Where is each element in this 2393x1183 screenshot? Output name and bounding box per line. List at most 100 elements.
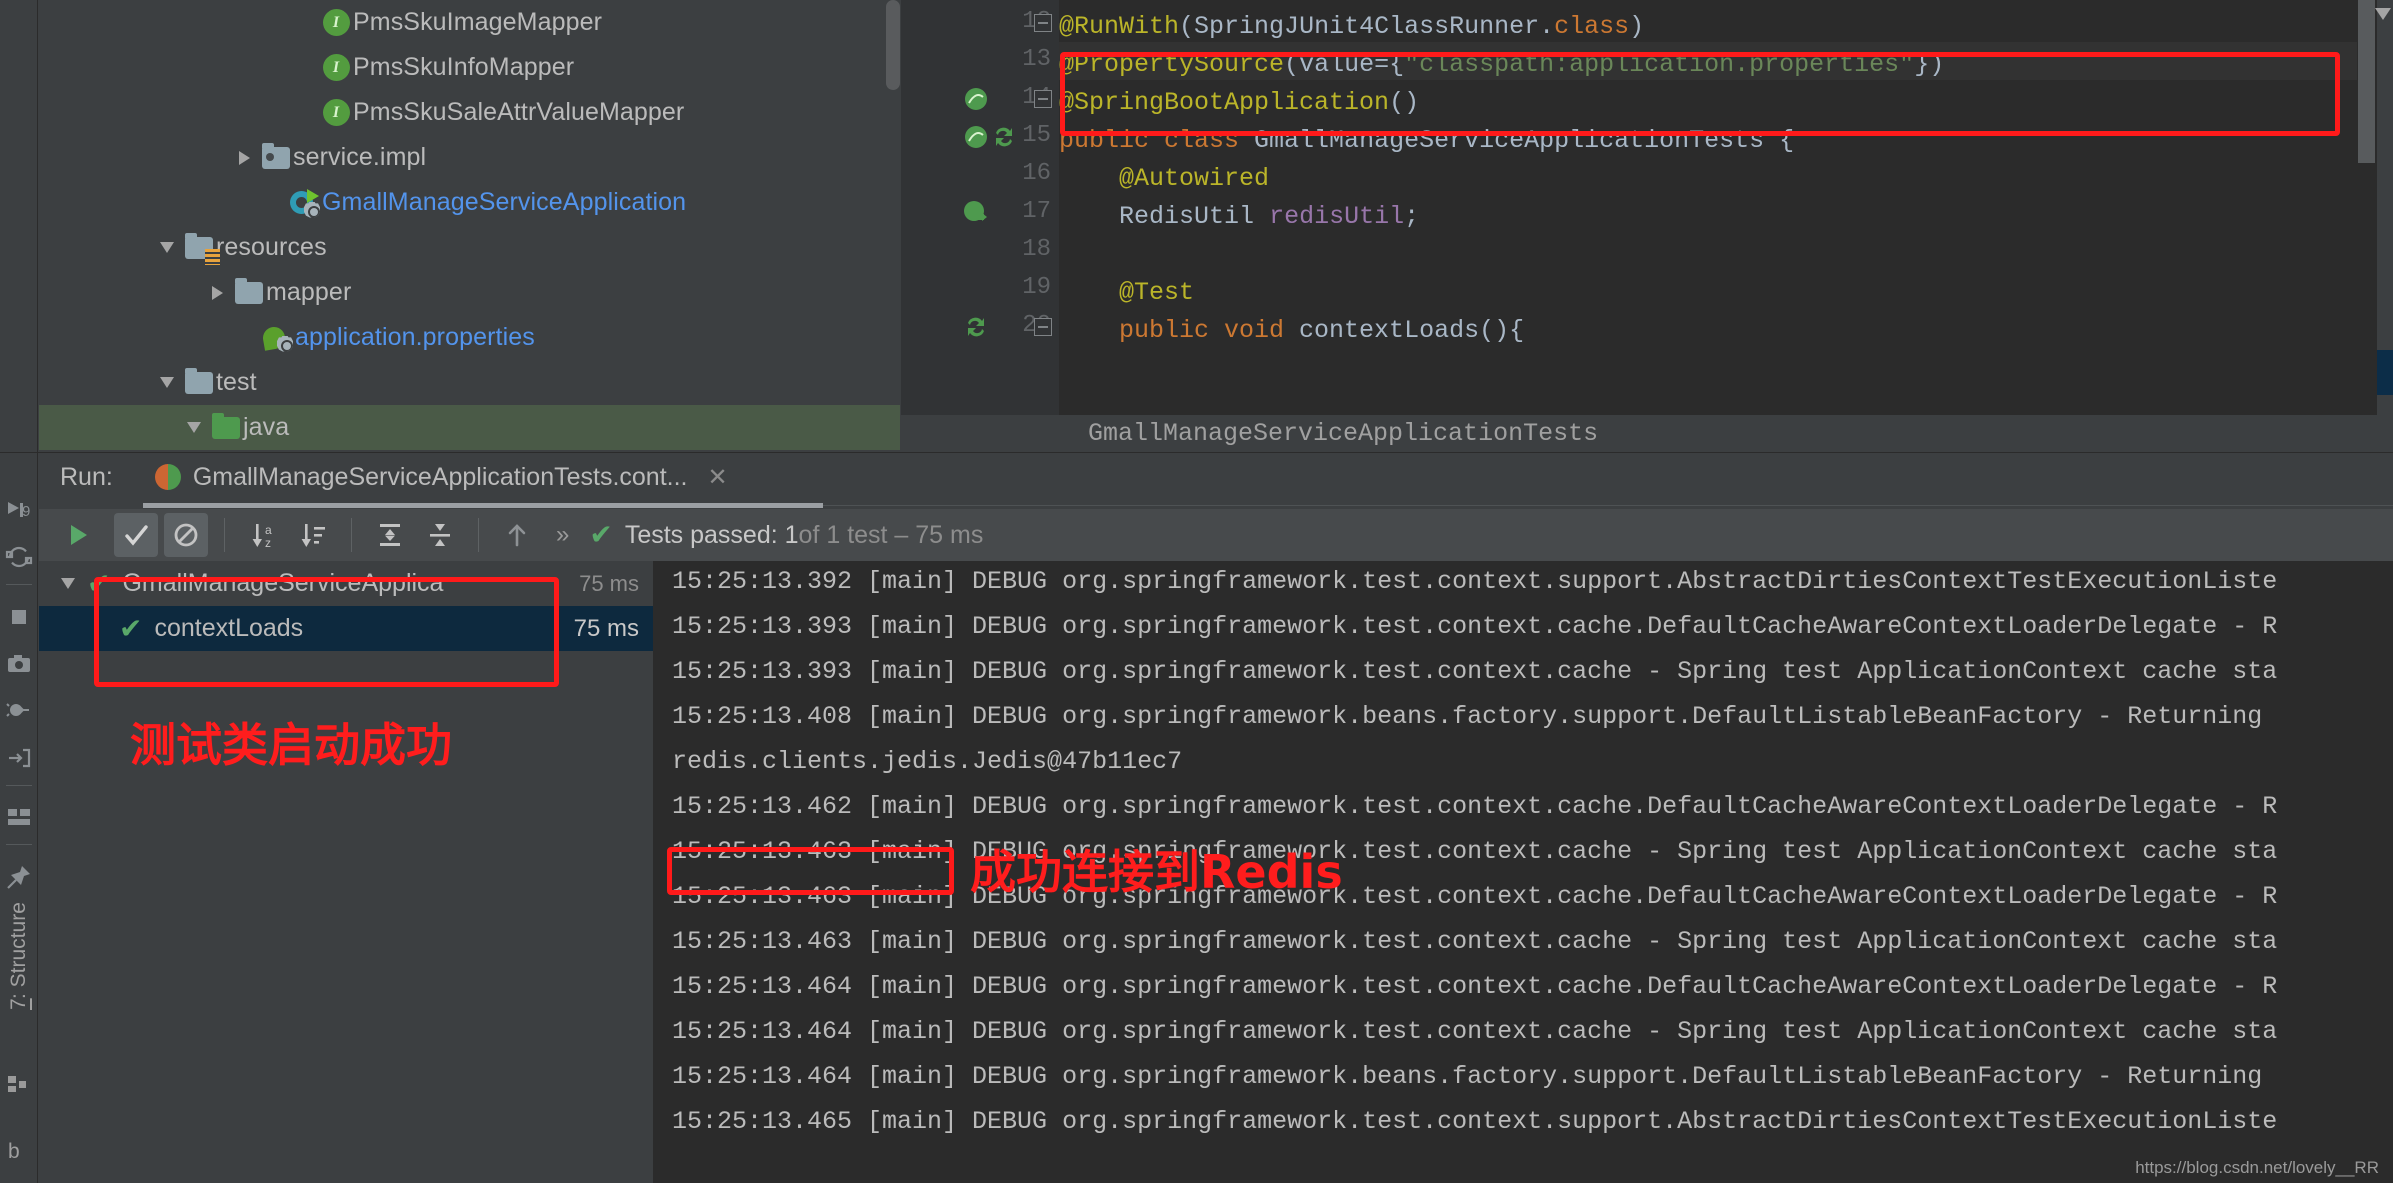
- previous-occurrence-button[interactable]: [495, 513, 539, 557]
- project-tree[interactable]: I PmsSkuImageMapper I PmsSkuInfoMapper I PmsS…: [39, 0, 900, 452]
- editor-scrollbar-thumb[interactable]: [2358, 0, 2375, 163]
- chevron-down-icon[interactable]: [53, 561, 83, 606]
- chevron-down-icon[interactable]: [179, 405, 209, 450]
- code-line-14[interactable]: @SpringBootApplication(): [1059, 84, 1419, 122]
- run-header-rule: [823, 505, 2393, 506]
- code-line-15[interactable]: public class GmallManageServiceApplicati…: [1059, 122, 1794, 160]
- code-token: redisUtil: [1269, 202, 1405, 231]
- code-line-13[interactable]: @PropertySource(value={"classpath:applic…: [1059, 46, 1944, 84]
- console-output[interactable]: https://blog.csdn.net/lovely__RR 15:25:1…: [656, 561, 2393, 1183]
- show-ignored-button[interactable]: [164, 513, 208, 557]
- code-fold-icon[interactable]: [1034, 318, 1052, 336]
- code-editor[interactable]: 121314151617181920 @RunWith(SpringJUnit4…: [901, 0, 2393, 415]
- console-line-jedis: redis.clients.jedis.Jedis@47b11ec7: [672, 747, 1183, 776]
- tree-item-gmallmanageserviceapplication[interactable]: GmallManageServiceApplication: [39, 180, 900, 225]
- console-line: 15:25:13.463 [main] DEBUG org.springfram…: [672, 927, 2278, 956]
- stop-icon[interactable]: [5, 603, 33, 631]
- tree-item-java[interactable]: java: [39, 405, 900, 450]
- run-label: Run:: [60, 462, 113, 491]
- rerun-failed-icon[interactable]: 9: [5, 496, 33, 524]
- run-tool-window: 9 7: Structure b Run: GmallManageServic…: [0, 452, 2393, 1183]
- expand-all-button[interactable]: [368, 513, 412, 557]
- editor-code-area[interactable]: @RunWith(SpringJUnit4ClassRunner.class) @…: [1059, 0, 2393, 415]
- folder-icon: [185, 367, 213, 394]
- code-token: .: [1539, 12, 1555, 41]
- console-line: 15:25:13.463 [main] DEBUG org.springfram…: [672, 837, 2278, 866]
- code-line-20[interactable]: public void contextLoads(){: [1059, 312, 1524, 350]
- structure-grid-icon[interactable]: [5, 1070, 33, 1098]
- toolbar-divider-1: [224, 518, 225, 552]
- layout-settings-icon[interactable]: [5, 803, 33, 831]
- chevron-right-icon[interactable]: [229, 135, 259, 180]
- spring-bean-icon[interactable]: [963, 86, 989, 117]
- code-line-19[interactable]: @Test: [1059, 274, 1194, 312]
- tree-item-pmsskuimagemapper[interactable]: I PmsSkuImageMapper: [39, 0, 900, 45]
- bottom-tool-letter[interactable]: b: [8, 1140, 20, 1164]
- svg-text:9: 9: [22, 503, 30, 520]
- project-tree-scrollbar[interactable]: [886, 0, 900, 90]
- tree-item-test[interactable]: test: [39, 360, 900, 405]
- code-token: GmallManageServiceApplicationTests: [1254, 126, 1765, 155]
- console-line: 15:25:13.464 [main] DEBUG org.springfram…: [672, 1017, 2278, 1046]
- run-tab[interactable]: GmallManageServiceApplicationTests.cont.…: [154, 462, 728, 492]
- code-token: RedisUtil: [1119, 202, 1255, 231]
- structure-tool-button[interactable]: 7: Structure: [0, 856, 38, 1056]
- code-token: {: [1764, 126, 1795, 155]
- import-test-results-icon[interactable]: [5, 744, 33, 772]
- tree-item-pmsskusaleattrvaluemapper[interactable]: I PmsSkuSaleAttrValueMapper: [39, 90, 900, 135]
- console-line: 15:25:13.463 [main] DEBUG org.springfram…: [672, 882, 2278, 911]
- code-line-12[interactable]: @RunWith(SpringJUnit4ClassRunner.class): [1059, 8, 1644, 46]
- mute-breakpoints-icon[interactable]: [5, 697, 33, 725]
- console-line: 15:25:13.393 [main] DEBUG org.springfram…: [672, 657, 2278, 686]
- chevron-down-icon[interactable]: [2375, 8, 2391, 20]
- tree-item-label: application.properties: [295, 323, 535, 351]
- run-header: Run: GmallManageServiceApplicationTests.…: [39, 453, 2393, 501]
- sort-by-duration-button[interactable]: [291, 513, 335, 557]
- editor-gutter[interactable]: 121314151617181920: [901, 0, 1059, 415]
- code-line-16[interactable]: @Autowired: [1059, 160, 1269, 198]
- tree-item-resources[interactable]: resources: [39, 225, 900, 270]
- interface-icon: I: [322, 9, 350, 36]
- tree-item-mapper[interactable]: mapper: [39, 270, 900, 315]
- code-token: @SpringBootApplication: [1059, 88, 1390, 117]
- chevron-down-icon[interactable]: [152, 360, 182, 405]
- breadcrumb[interactable]: GmallManageServiceApplicationTests: [901, 415, 2393, 452]
- code-fold-icon[interactable]: [1034, 90, 1052, 108]
- run-tab-title: GmallManageServiceApplicationTests.cont.…: [192, 462, 688, 491]
- spring-bean-icon[interactable]: [963, 124, 1017, 155]
- spring-rerun-icon[interactable]: [963, 314, 989, 345]
- test-result-row[interactable]: ✔ contextLoads 75 ms: [39, 606, 653, 651]
- editor-error-stripe[interactable]: [2375, 0, 2393, 415]
- spring-autowired-icon[interactable]: [963, 200, 989, 231]
- tree-item-service-impl[interactable]: service.impl: [39, 135, 900, 180]
- test-result-row[interactable]: ✔ GmallManageServiceApplica 75 ms: [39, 561, 653, 606]
- code-fold-icon[interactable]: [1034, 14, 1052, 32]
- test-name: contextLoads: [154, 614, 304, 642]
- tree-item-application-properties[interactable]: application.properties: [39, 315, 900, 360]
- sort-alphabetically-button[interactable]: a z: [241, 513, 285, 557]
- show-passed-button[interactable]: [114, 513, 158, 557]
- close-icon[interactable]: ✕: [708, 463, 728, 492]
- structure-shortcut-number: 7: [7, 998, 30, 1011]
- toolbar-divider-3: [478, 518, 479, 552]
- tree-item-label: PmsSkuSaleAttrValueMapper: [353, 98, 685, 126]
- collapse-all-button[interactable]: [418, 513, 462, 557]
- rerun-automatically-icon[interactable]: [5, 543, 33, 571]
- export-snapshot-icon[interactable]: [5, 650, 33, 678]
- tree-item-pmsskuinfomapper[interactable]: I PmsSkuInfoMapper: [39, 45, 900, 90]
- test-duration: 75 ms: [579, 570, 639, 596]
- chevron-right-icon[interactable]: [202, 270, 232, 315]
- code-token: ): [1629, 12, 1645, 41]
- resources-folder-icon: [185, 232, 220, 265]
- code-token: ;: [1404, 202, 1420, 231]
- test-results-tree[interactable]: ✔ GmallManageServiceApplica 75 ms ✔ contextL…: [39, 561, 653, 1183]
- code-token: public class: [1059, 126, 1255, 155]
- toolbar-overflow-icon[interactable]: »: [556, 521, 569, 549]
- code-token: @Test: [1059, 278, 1195, 307]
- chevron-down-icon[interactable]: [152, 225, 182, 270]
- code-line-17[interactable]: RedisUtil redisUtil;: [1059, 198, 1419, 236]
- rerun-button[interactable]: [56, 513, 100, 557]
